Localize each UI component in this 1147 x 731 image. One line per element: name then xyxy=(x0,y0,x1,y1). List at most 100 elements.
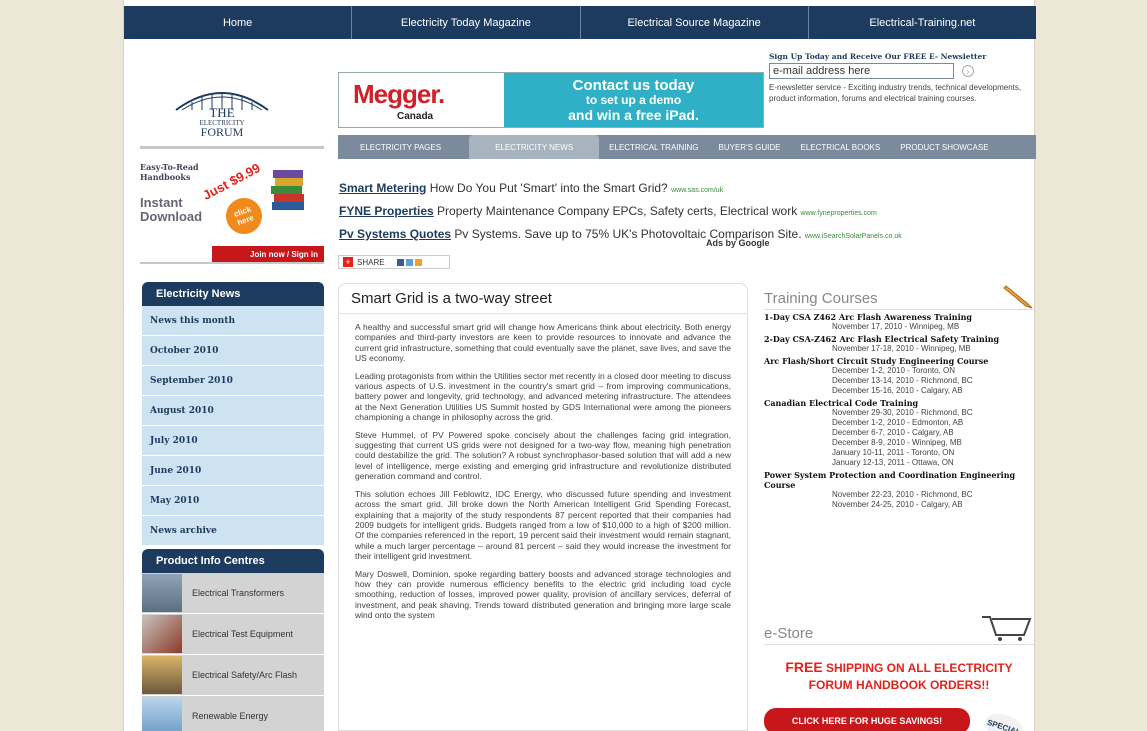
product-label: Electrical Test Equipment xyxy=(192,629,293,639)
course-session[interactable]: December 1-2, 2010 - Toronto, ON xyxy=(764,366,1034,376)
product-item[interactable]: Renewable Energy xyxy=(142,696,324,731)
article-body: A healthy and successful smart grid will… xyxy=(339,314,747,621)
subnav-electricity-news[interactable]: ELECTRICITY NEWS xyxy=(469,135,600,159)
product-label: Renewable Energy xyxy=(192,711,269,721)
ads-by-google[interactable]: Ads by Google xyxy=(706,238,770,248)
free-shipping-label: SHIPPING ON ALL ELECTRICITY FORUM HANDBO… xyxy=(808,661,1013,692)
subnav-product-showcase[interactable]: PRODUCT SHOWCASE xyxy=(890,143,998,152)
course-session[interactable]: December 6-7, 2010 - Calgary, AB xyxy=(764,428,1034,438)
course-session[interactable]: November 29-30, 2010 - Richmond, BC xyxy=(764,408,1034,418)
course-block: 2-Day CSA-Z462 Arc Flash Electrical Safe… xyxy=(764,334,1034,354)
site-logo[interactable]: THE ELECTRICITY FORUM xyxy=(172,82,272,144)
share-button[interactable]: + SHARE xyxy=(338,255,450,269)
news-item[interactable]: October 2010 xyxy=(142,336,324,366)
wind-turbine-icon xyxy=(142,697,182,731)
product-label: Electrical Safety/Arc Flash xyxy=(192,670,298,680)
news-item[interactable]: August 2010 xyxy=(142,396,324,426)
join-signin-button[interactable]: Join now / Sign in xyxy=(212,246,324,262)
arc-flash-suit-icon xyxy=(142,656,182,694)
training-heading: Training Courses xyxy=(764,290,1034,310)
test-equipment-icon xyxy=(142,615,182,653)
huge-savings-button[interactable]: CLICK HERE FOR HUGE SAVINGS! xyxy=(764,708,970,731)
free-shipping-text[interactable]: FREE SHIPPING ON ALL ELECTRICITY FORUM H… xyxy=(764,659,1034,694)
page: Home Electricity Today Magazine Electric… xyxy=(123,0,1036,731)
handbook-divider xyxy=(140,262,324,264)
shopping-cart-icon xyxy=(982,616,1032,641)
ad-row: FYNE Properties Property Maintenance Com… xyxy=(339,201,989,224)
product-item[interactable]: Electrical Transformers xyxy=(142,573,324,614)
megger-logo: Megger. xyxy=(353,79,445,109)
course-title[interactable]: Arc Flash/Short Circuit Study Engineerin… xyxy=(764,356,1034,366)
nav-electrical-training[interactable]: Electrical-Training.net xyxy=(809,6,1036,39)
course-session[interactable]: November 17-18, 2010 - Winnipeg, MB xyxy=(764,344,1034,354)
news-item[interactable]: News this month xyxy=(142,306,324,336)
nav-electrical-source[interactable]: Electrical Source Magazine xyxy=(581,6,809,39)
subnav-electrical-training[interactable]: ELECTRICAL TRAINING xyxy=(599,143,708,152)
logo-divider xyxy=(140,146,324,149)
ad-text: How Do You Put 'Smart' into the Smart Gr… xyxy=(429,181,668,195)
social-icons xyxy=(396,258,422,266)
pencil-icon xyxy=(1003,285,1033,309)
product-info-sidebar: Product Info Centres Electrical Transfor… xyxy=(142,549,324,731)
product-label: Electrical Transformers xyxy=(192,588,285,598)
section-nav: ELECTRICITY PAGES ELECTRICITY NEWS ELECT… xyxy=(338,135,1036,159)
news-item[interactable]: News archive xyxy=(142,516,324,546)
ad-title[interactable]: FYNE Properties xyxy=(339,204,434,218)
special-badge[interactable]: SPECIAL xyxy=(981,709,1027,731)
newsletter-box: Sign Up Today and Receive Our FREE E- Ne… xyxy=(769,52,1035,104)
course-session[interactable]: January 12-13, 2011 - Ottawa, ON xyxy=(764,458,1034,468)
news-item[interactable]: June 2010 xyxy=(142,456,324,486)
course-title[interactable]: Canadian Electrical Code Training xyxy=(764,398,1034,408)
course-session[interactable]: January 10-11, 2011 - Toronto, ON xyxy=(764,448,1034,458)
course-title[interactable]: Power System Protection and Coordination… xyxy=(764,470,1034,490)
course-session[interactable]: December 13-14, 2010 - Richmond, BC xyxy=(764,376,1034,386)
course-session[interactable]: November 22-23, 2010 - Richmond, BC xyxy=(764,490,1034,500)
article-paragraph: This solution echoes Jill Feblowitz, IDC… xyxy=(355,488,731,562)
subnav-buyers-guide[interactable]: BUYER'S GUIDE xyxy=(709,143,791,152)
ad-title[interactable]: Pv Systems Quotes xyxy=(339,227,451,241)
nav-home[interactable]: Home xyxy=(124,6,353,39)
e-store: e-Store FREE SHIPPING ON ALL ELECTRICITY… xyxy=(764,616,1034,731)
ad-url[interactable]: www.iSearchSolarPanels.co.uk xyxy=(805,233,902,240)
product-item[interactable]: Electrical Safety/Arc Flash xyxy=(142,655,324,696)
product-item[interactable]: Electrical Test Equipment xyxy=(142,614,324,655)
banner-line3: and win a free iPad. xyxy=(568,106,699,123)
course-title[interactable]: 2-Day CSA-Z462 Arc Flash Electrical Safe… xyxy=(764,334,1034,344)
banner-line1: Contact us today xyxy=(572,76,695,94)
article-title: Smart Grid is a two-way street xyxy=(339,284,747,314)
electricity-news-sidebar: Electricity News News this month October… xyxy=(142,282,324,546)
transformer-icon xyxy=(142,574,182,612)
course-session[interactable]: November 24-25, 2010 - Calgary, AB xyxy=(764,500,1034,510)
handbook-promo[interactable]: Easy-To-Read Handbooks Instant Download … xyxy=(140,160,324,262)
books-icon xyxy=(271,170,304,210)
article-paragraph: Steve Hummel, of PV Powered spoke concis… xyxy=(355,429,731,482)
google-ads: Smart Metering How Do You Put 'Smart' in… xyxy=(339,178,989,247)
course-session[interactable]: December 15-16, 2010 - Calgary, AB xyxy=(764,386,1034,396)
newsletter-email-input[interactable] xyxy=(769,63,954,79)
ad-text: Property Maintenance Company EPCs, Safet… xyxy=(437,204,798,218)
course-block: 1-Day CSA Z462 Arc Flash Awareness Train… xyxy=(764,312,1034,332)
course-session[interactable]: November 17, 2010 - Winnipeg, MB xyxy=(764,322,1034,332)
news-item[interactable]: September 2010 xyxy=(142,366,324,396)
course-session[interactable]: December 1-2, 2010 - Edmonton, AB xyxy=(764,418,1034,428)
newsletter-heading: Sign Up Today and Receive Our FREE E- Ne… xyxy=(769,52,987,61)
ad-url[interactable]: www.sas.com/uk xyxy=(671,187,723,194)
ad-row: Smart Metering How Do You Put 'Smart' in… xyxy=(339,178,989,201)
subnav-electricity-pages[interactable]: ELECTRICITY PAGES xyxy=(338,143,469,152)
free-label: FREE xyxy=(785,659,823,675)
course-session[interactable]: December 8-9, 2010 - Winnipeg, MB xyxy=(764,438,1034,448)
course-block: Power System Protection and Coordination… xyxy=(764,470,1034,510)
logo-line3: FORUM xyxy=(200,125,244,139)
news-item[interactable]: May 2010 xyxy=(142,486,324,516)
course-title[interactable]: 1-Day CSA Z462 Arc Flash Awareness Train… xyxy=(764,312,1034,322)
ad-url[interactable]: www.fyneproperties.com xyxy=(801,210,877,217)
news-item[interactable]: July 2010 xyxy=(142,426,324,456)
submit-arrow-icon[interactable]: › xyxy=(962,65,974,77)
ad-title[interactable]: Smart Metering xyxy=(339,181,426,195)
subnav-electrical-books[interactable]: ELECTRICAL BOOKS xyxy=(791,143,891,152)
ad-row: Pv Systems Quotes Pv Systems. Save up to… xyxy=(339,224,989,247)
course-block: Canadian Electrical Code Training Novemb… xyxy=(764,398,1034,468)
nav-electricity-today[interactable]: Electricity Today Magazine xyxy=(352,6,581,39)
megger-banner[interactable]: Megger. Canada Contact us today to set u… xyxy=(338,72,764,128)
top-nav: Home Electricity Today Magazine Electric… xyxy=(124,6,1036,39)
